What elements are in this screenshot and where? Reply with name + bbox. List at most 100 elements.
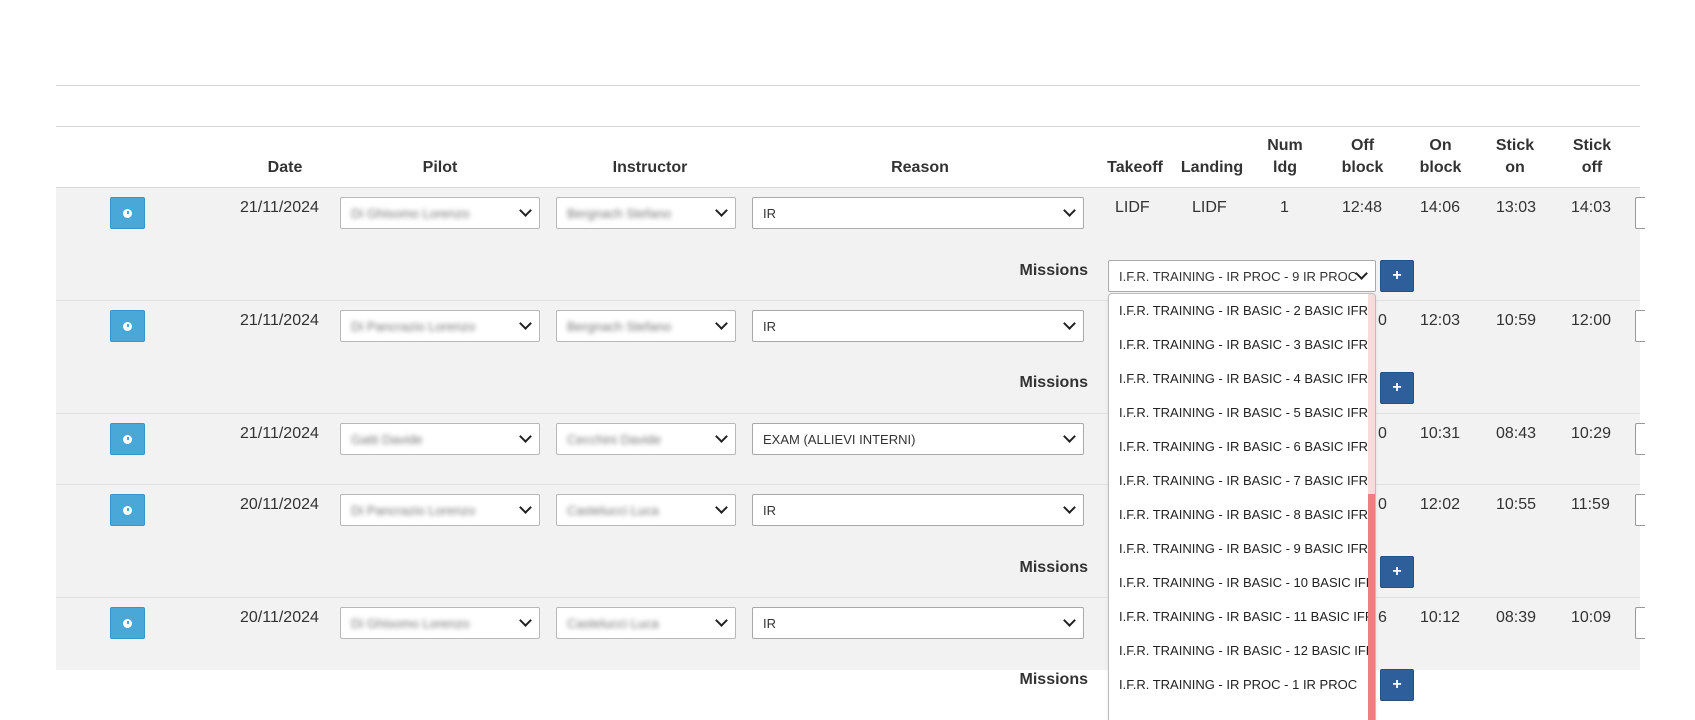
row-edge-control[interactable] [1635,310,1645,342]
header-num-ldg-line1: Num [1267,137,1303,154]
header-stick-on: Stick on [1485,135,1545,179]
cell-date: 20/11/2024 [240,609,319,626]
cell-on-block: 14:06 [1420,199,1461,216]
pilot-value: Gatti Davide [351,431,423,447]
header-num-ldg-line2: ldg [1273,159,1297,176]
header-reason: Reason [891,159,949,176]
header-off-block-line2: block [1341,159,1384,176]
view-button[interactable] [110,423,145,455]
row-edge-control[interactable] [1635,423,1645,455]
reason-select[interactable]: IR [752,310,1084,342]
pilot-value: Di Pancrazio Lorenzo [351,502,476,518]
reason-select[interactable]: IR [752,494,1084,526]
header-stick-off-line1: Stick [1572,137,1612,154]
pilot-select[interactable]: Di Ghisomo Lorenzo [340,197,540,229]
cell-takeoff: LIDF [1115,199,1150,216]
add-mission-button[interactable]: + [1380,669,1414,701]
header-off-block-line1: Off [1350,137,1375,154]
cell-landing: LIDF [1192,199,1227,216]
header-date: Date [267,159,303,176]
dropdown-option[interactable]: I.F.R. TRAINING - IR PROC - 1 IR PROC [1109,668,1375,702]
header-off-block: Off block [1330,135,1395,179]
dropdown-option[interactable]: I.F.R. TRAINING - IR BASIC - 12 BASIC IF… [1109,634,1375,668]
instructor-select[interactable]: Cecchini Davide [556,423,736,455]
plus-icon: + [1392,379,1402,396]
view-button[interactable] [110,607,145,639]
cell-stick-off: 12:00 [1571,312,1612,329]
row-edge-control[interactable] [1635,607,1645,639]
dropdown-option[interactable]: I.F.R. TRAINING - IR BASIC - 4 BASIC IFR [1109,362,1375,396]
instructor-value: Bergnach Stefano [567,318,672,334]
cell-stick-on: 13:03 [1496,199,1537,216]
add-mission-button[interactable]: + [1380,372,1414,404]
cell-on-block: 10:31 [1420,425,1461,442]
cell-on-block: 12:03 [1420,312,1461,329]
dropdown-option[interactable]: I.F.R. TRAINING - IR BASIC - 6 BASIC IFR [1109,430,1375,464]
dropdown-option[interactable]: I.F.R. TRAINING - IR BASIC - 5 BASIC IFR [1109,396,1375,430]
cell-stick-off: 14:03 [1571,199,1612,216]
dropdown-option[interactable]: I.F.R. TRAINING - IR BASIC - 7 BASIC IFR [1109,464,1375,498]
reason-select[interactable]: IR [752,607,1084,639]
view-button[interactable] [110,197,145,229]
cell-on-block: 12:02 [1420,496,1461,513]
instructor-select[interactable]: Castelucci Luca [556,494,736,526]
view-button[interactable] [110,494,145,526]
dropdown-option[interactable]: I.F.R. TRAINING - IR BASIC - 9 BASIC IFR [1109,532,1375,566]
instructor-select[interactable]: Castelucci Luca [556,607,736,639]
missions-label: Missions [1019,374,1088,391]
header-stick-off: Stick off [1562,135,1622,179]
pilot-select[interactable]: Di Ghisomo Lorenzo [340,607,540,639]
cell-stick-on: 08:43 [1496,425,1537,442]
header-stick-on-line2: on [1505,159,1525,176]
eye-icon [123,434,132,444]
cell-stick-on: 08:39 [1496,609,1537,626]
row-edge-control[interactable] [1635,494,1645,526]
dropdown-scrollbar-thumb[interactable] [1368,494,1375,720]
reason-value: IR [763,318,776,334]
instructor-value: Cecchini Davide [567,431,661,447]
pilot-value: Di Ghisomo Lorenzo [351,615,470,631]
dropdown-option[interactable]: I.F.R. TRAINING - IR BASIC - 3 BASIC IFR [1109,328,1375,362]
reason-value: IR [763,502,776,518]
instructor-value: Castelucci Luca [567,615,659,631]
dropdown-option[interactable]: I.F.R. TRAINING - IR BASIC - 10 BASIC IF… [1109,566,1375,600]
missions-label: Missions [1019,559,1088,576]
missions-label: Missions [1019,671,1088,688]
pilot-select[interactable]: Di Pancrazio Lorenzo [340,310,540,342]
reason-select[interactable]: EXAM (ALLIEVI INTERNI) [752,423,1084,455]
instructor-select[interactable]: Bergnach Stefano [556,310,736,342]
flight-log-page: Date Pilot Instructor Reason Takeoff Lan… [0,0,1695,720]
header-takeoff: Takeoff [1107,159,1163,176]
instructor-select[interactable]: Bergnach Stefano [556,197,736,229]
cell-stick-on: 10:59 [1496,312,1537,329]
cell-stick-off: 11:59 [1571,496,1610,513]
eye-icon [123,505,132,515]
header-on-block: On block [1408,135,1473,179]
pilot-value: Di Ghisomo Lorenzo [351,205,470,221]
dropdown-option[interactable]: I.F.R. TRAINING - IR BASIC - 2 BASIC IFR [1109,294,1375,328]
add-mission-button[interactable]: + [1380,260,1414,292]
add-mission-button[interactable]: + [1380,556,1414,588]
pilot-select[interactable]: Di Pancrazio Lorenzo [340,494,540,526]
row-edge-control[interactable] [1635,197,1645,229]
cell-on-block: 10:12 [1420,609,1461,626]
plus-icon: + [1392,563,1402,580]
reason-select[interactable]: IR [752,197,1084,229]
pilot-select[interactable]: Gatti Davide [340,423,540,455]
header-on-block-line1: On [1429,137,1452,154]
cell-off-block-partial: 0 [1378,312,1387,329]
view-button[interactable] [110,310,145,342]
cell-date: 21/11/2024 [240,312,319,329]
top-divider [56,85,1640,86]
mission-dropdown-list[interactable]: I.F.R. TRAINING - IR BASIC - 2 BASIC IFR… [1108,293,1376,720]
dropdown-option[interactable]: I.F.R. TRAINING - IR BASIC - 8 BASIC IFR [1109,498,1375,532]
instructor-value: Bergnach Stefano [567,205,672,221]
mission-value: I.F.R. TRAINING - IR PROC - 9 IR PROC [1119,268,1358,284]
header-top-divider [56,126,1640,127]
dropdown-option[interactable]: I.F.R. TRAINING - IR BASIC - 11 BASIC IF… [1109,600,1375,634]
reason-value: IR [763,615,776,631]
cell-off-block-partial: 0 [1378,425,1387,442]
mission-select[interactable]: I.F.R. TRAINING - IR PROC - 9 IR PROC [1108,260,1376,292]
pilot-value: Di Pancrazio Lorenzo [351,318,476,334]
cell-num-ldg: 1 [1280,199,1289,216]
